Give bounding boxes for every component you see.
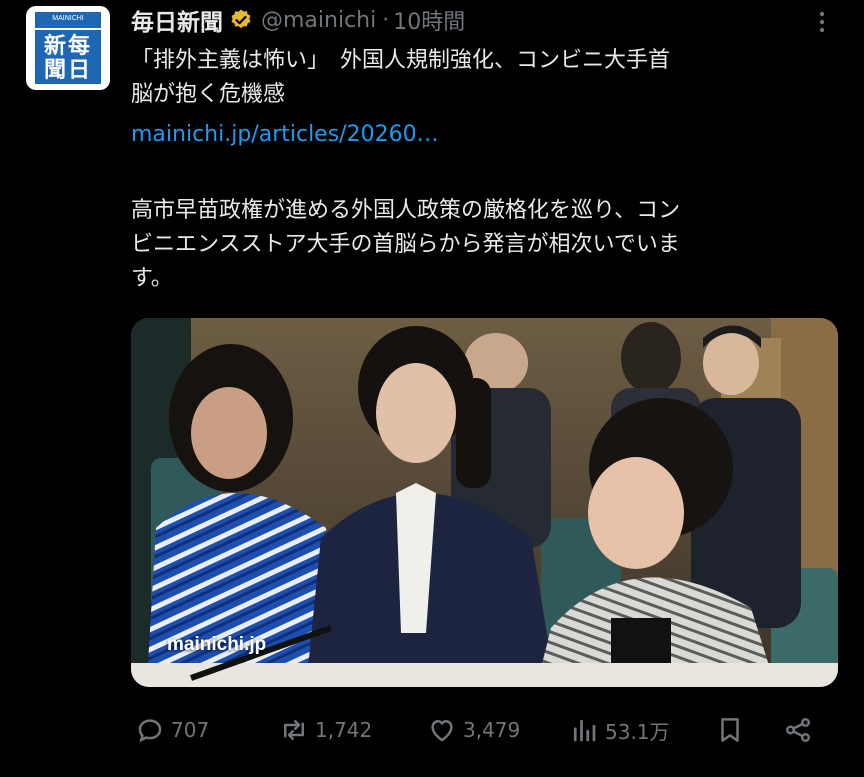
repost-icon <box>284 720 304 740</box>
account-avatar[interactable]: MAINICHI 新每聞日 <box>26 6 110 90</box>
photo-illustration <box>131 318 838 687</box>
verified-badge-icon[interactable] <box>229 8 253 32</box>
share-icon <box>786 718 810 742</box>
bookmark-button[interactable] <box>715 708 745 752</box>
views-button[interactable]: 53.1万 <box>569 708 670 752</box>
mainichi-logo: MAINICHI 新每聞日 <box>35 12 101 84</box>
tweet-header: 毎日新聞 @mainichi · 10時間 <box>131 3 465 37</box>
bookmark-icon <box>721 718 739 742</box>
logo-chars: 新每聞日 <box>43 33 92 83</box>
article-link[interactable]: mainichi.jp/articles/20260… <box>131 118 831 152</box>
tweet-photo[interactable]: mainichi.jp <box>131 318 838 687</box>
like-count: 3,479 <box>463 718 521 742</box>
header-separator: · <box>382 7 390 33</box>
paragraph-line: す。 <box>131 266 173 291</box>
paragraph-line: 高市早苗政権が進める外国人政策の厳格化を巡り、コン <box>131 198 681 223</box>
repost-button[interactable]: 1,742 <box>279 708 372 752</box>
photo-watermark: mainichi.jp <box>167 634 267 655</box>
tweet-timestamp[interactable]: 10時間 <box>393 4 465 36</box>
more-options-icon[interactable] <box>812 8 832 36</box>
paragraph-line: ビニエンスストア大手の首脳らから発言が相次いでいま <box>131 232 680 257</box>
tweet-paragraph: 高市早苗政権が進める外国人政策の厳格化を巡り、コン ビニエンスストア大手の首脳ら… <box>131 194 831 296</box>
heart-icon <box>431 720 453 742</box>
tweet-actions: 707 1,742 3,479 53.1万 <box>131 708 831 752</box>
repost-count: 1,742 <box>315 718 373 742</box>
share-button[interactable] <box>783 708 813 752</box>
account-handle[interactable]: @mainichi <box>261 8 376 33</box>
account-name[interactable]: 毎日新聞 <box>131 3 223 37</box>
headline-line: 「排外主義は怖い」 外国人規制強化、コンビニ大手首 <box>131 48 671 73</box>
views-chart-icon <box>573 719 596 742</box>
tweet[interactable]: MAINICHI 新每聞日 毎日新聞 @mainichi · 10時間 「排外主… <box>0 0 864 777</box>
tweet-headline: 「排外主義は怖い」 外国人規制強化、コンビニ大手首 脳が抱く危機感 <box>131 44 831 112</box>
reply-count: 707 <box>171 718 210 742</box>
like-button[interactable]: 3,479 <box>427 708 520 752</box>
logo-small-text: MAINICHI <box>52 15 84 22</box>
view-count: 53.1万 <box>605 719 670 744</box>
reply-button[interactable]: 707 <box>135 708 209 752</box>
headline-line: 脳が抱く危機感 <box>131 82 286 107</box>
reply-icon <box>138 719 162 743</box>
